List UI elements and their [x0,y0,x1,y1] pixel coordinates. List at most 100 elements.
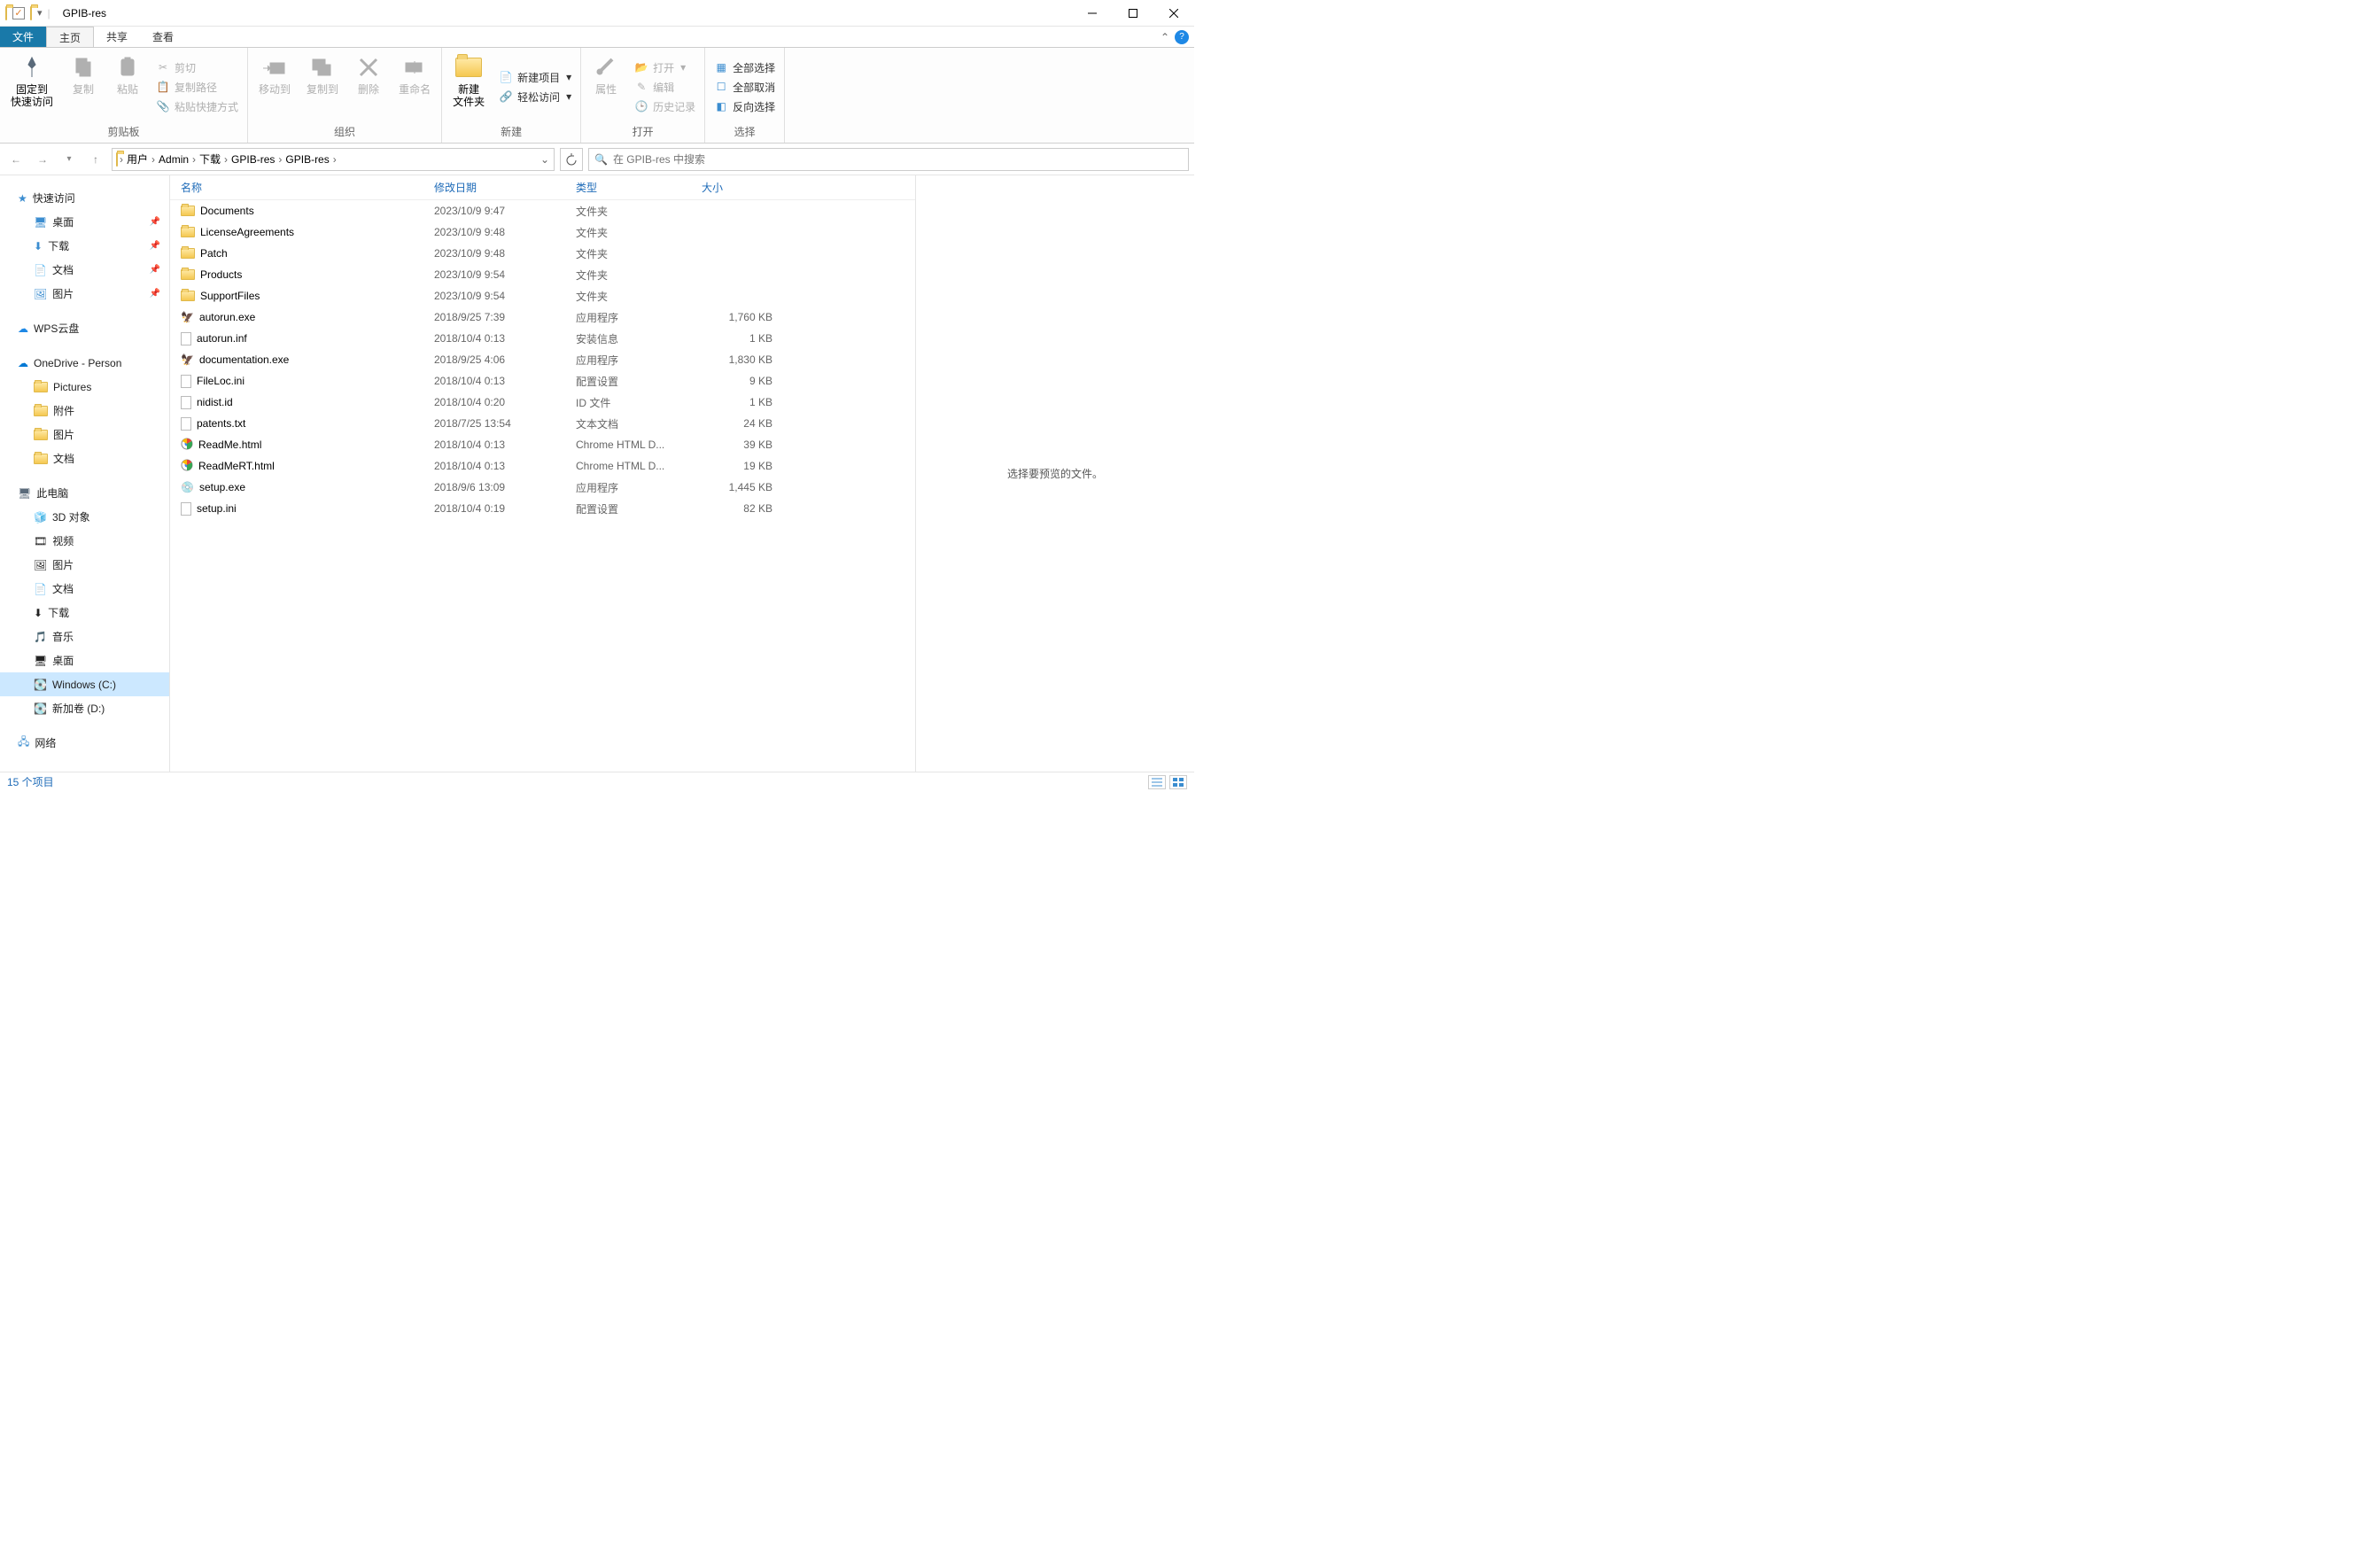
column-size[interactable]: 大小 [702,180,781,195]
nav-documents[interactable]: 📄文档📌 [0,258,169,282]
search-box[interactable]: 🔍 [588,148,1189,171]
file-row[interactable]: SupportFiles2023/10/9 9:54文件夹 [170,285,915,307]
forward-button[interactable]: → [32,149,53,170]
file-name: LicenseAgreements [200,226,294,238]
file-row[interactable]: Products2023/10/9 9:54文件夹 [170,264,915,285]
file-size: 24 KB [702,417,781,430]
breadcrumb-segment[interactable]: Admin [157,153,190,166]
breadcrumb-segment[interactable]: GPIB-res [229,153,276,166]
column-date[interactable]: 修改日期 [434,180,576,195]
navigation-pane[interactable]: ★快速访问 🖥桌面📌 ⬇下载📌 📄文档📌 🖼图片📌 ☁WPS云盘 ☁OneDri… [0,175,170,772]
nav-desktop[interactable]: 🖥桌面📌 [0,210,169,234]
nav-onedrive[interactable]: ☁OneDrive - Person [0,351,169,375]
pc-icon: 🖥 [18,487,31,500]
cut-button[interactable]: ✂剪切 [152,58,242,77]
breadcrumb-segment[interactable]: GPIB-res [283,153,330,166]
nav-od-attach[interactable]: 附件 [0,399,169,423]
column-headers[interactable]: 名称 修改日期 类型 大小 [170,175,915,200]
exe-icon: 🦅 [181,311,194,323]
invert-selection-button[interactable]: ◧反向选择 [710,97,779,116]
file-row[interactable]: ReadMe.html2018/10/4 0:13Chrome HTML D..… [170,434,915,455]
file-size: 82 KB [702,502,781,515]
breadcrumb-dropdown-icon[interactable]: ⌄ [536,153,554,166]
column-name[interactable]: 名称 [170,180,434,195]
properties-button[interactable]: 属性 [586,51,625,122]
file-row[interactable]: 🦅autorun.exe2018/9/25 7:39应用程序1,760 KB [170,307,915,328]
file-row[interactable]: LicenseAgreements2023/10/9 9:48文件夹 [170,221,915,243]
copy-path-icon: 📋 [156,80,170,94]
nav-video[interactable]: 🎞视频 [0,529,169,553]
open-button[interactable]: 📂打开▾ [631,58,699,77]
new-item-button[interactable]: 📄新建项目▾ [495,68,575,87]
nav-pc-desktop[interactable]: 🖥桌面 [0,648,169,672]
qat-dropdown-icon[interactable]: ▾ [37,7,43,19]
breadcrumb-segment[interactable]: 用户 [125,151,150,167]
maximize-button[interactable] [1113,0,1153,27]
nav-drive-d[interactable]: 💽新加卷 (D:) [0,696,169,720]
recent-locations-icon[interactable]: ▾ [58,149,80,170]
file-list[interactable]: Documents2023/10/9 9:47文件夹LicenseAgreeme… [170,200,915,772]
nav-network[interactable]: 🖧网络 [0,731,169,755]
pin-quick-access-button[interactable]: 固定到 快速访问 [5,51,58,122]
copy-button[interactable]: 复制 [64,51,103,122]
file-row[interactable]: ReadMeRT.html2018/10/4 0:13Chrome HTML D… [170,455,915,477]
search-input[interactable] [613,153,1183,166]
easy-access-button[interactable]: 🔗轻松访问▾ [495,88,575,106]
rename-button[interactable]: 重命名 [393,51,436,122]
file-row[interactable]: patents.txt2018/7/25 13:54文本文档24 KB [170,413,915,434]
nav-pictures[interactable]: 🖼图片📌 [0,282,169,306]
nav-pc-pics[interactable]: 🖼图片 [0,553,169,577]
copy-to-button[interactable]: 复制到 [301,51,344,122]
edit-button[interactable]: ✎编辑 [631,78,699,97]
nav-pc-dl[interactable]: ⬇下载 [0,601,169,625]
tab-file[interactable]: 文件 [0,27,46,47]
nav-this-pc[interactable]: 🖥此电脑 [0,481,169,505]
move-to-button[interactable]: 移动到 [253,51,296,122]
collapse-ribbon-icon[interactable]: ⌃ [1161,31,1169,43]
nav-drive-c[interactable]: 💽Windows (C:) [0,672,169,696]
file-icon [181,332,191,345]
nav-music[interactable]: 🎵音乐 [0,625,169,648]
history-button[interactable]: 🕒历史记录 [631,97,699,116]
delete-button[interactable]: 删除 [349,51,388,122]
file-row[interactable]: FileLoc.ini2018/10/4 0:13配置设置9 KB [170,370,915,392]
ribbon-group-clipboard: 固定到 快速访问 复制 粘贴 ✂剪切 📋复制路径 📎粘贴快捷方式 剪贴板 [0,48,248,143]
breadcrumb-segment[interactable]: 下载 [198,151,222,167]
paste-button[interactable]: 粘贴 [108,51,147,122]
tab-view[interactable]: 查看 [140,27,186,47]
file-row[interactable]: Documents2023/10/9 9:47文件夹 [170,200,915,221]
breadcrumb[interactable]: › 用户› Admin› 下载› GPIB-res› GPIB-res› ⌄ [112,148,555,171]
nav-od-pictures[interactable]: Pictures [0,375,169,399]
minimize-button[interactable] [1072,0,1113,27]
select-all-button[interactable]: ▦全部选择 [710,58,779,77]
nav-od-pics-cn[interactable]: 图片 [0,423,169,446]
select-none-button[interactable]: ☐全部取消 [710,78,779,97]
tab-share[interactable]: 共享 [94,27,140,47]
file-row[interactable]: 💿setup.exe2018/9/6 13:09应用程序1,445 KB [170,477,915,498]
paste-shortcut-button[interactable]: 📎粘贴快捷方式 [152,97,242,116]
file-row[interactable]: nidist.id2018/10/4 0:20ID 文件1 KB [170,392,915,413]
new-folder-button[interactable]: 新建 文件夹 [447,51,490,122]
qat-checkbox-icon[interactable]: ✓ [12,7,25,19]
copy-path-button[interactable]: 📋复制路径 [152,78,242,97]
nav-downloads[interactable]: ⬇下载📌 [0,234,169,258]
nav-od-docs[interactable]: 文档 [0,446,169,470]
close-button[interactable] [1153,0,1194,27]
file-row[interactable]: autorun.inf2018/10/4 0:13安装信息1 KB [170,328,915,349]
back-button[interactable]: ← [5,149,27,170]
help-icon[interactable]: ? [1175,30,1189,44]
tab-home[interactable]: 主页 [46,27,94,47]
column-type[interactable]: 类型 [576,180,702,195]
invert-icon: ◧ [714,99,728,113]
file-row[interactable]: setup.ini2018/10/4 0:19配置设置82 KB [170,498,915,519]
nav-wps[interactable]: ☁WPS云盘 [0,316,169,340]
nav-3d[interactable]: 🧊3D 对象 [0,505,169,529]
up-button[interactable]: ↑ [85,149,106,170]
refresh-button[interactable] [560,148,583,171]
nav-quick-access[interactable]: ★快速访问 [0,186,169,210]
nav-pc-docs[interactable]: 📄文档 [0,577,169,601]
view-details-button[interactable] [1148,775,1166,789]
view-thumbnails-button[interactable] [1169,775,1187,789]
file-row[interactable]: Patch2023/10/9 9:48文件夹 [170,243,915,264]
file-row[interactable]: 🦅documentation.exe2018/9/25 4:06应用程序1,83… [170,349,915,370]
